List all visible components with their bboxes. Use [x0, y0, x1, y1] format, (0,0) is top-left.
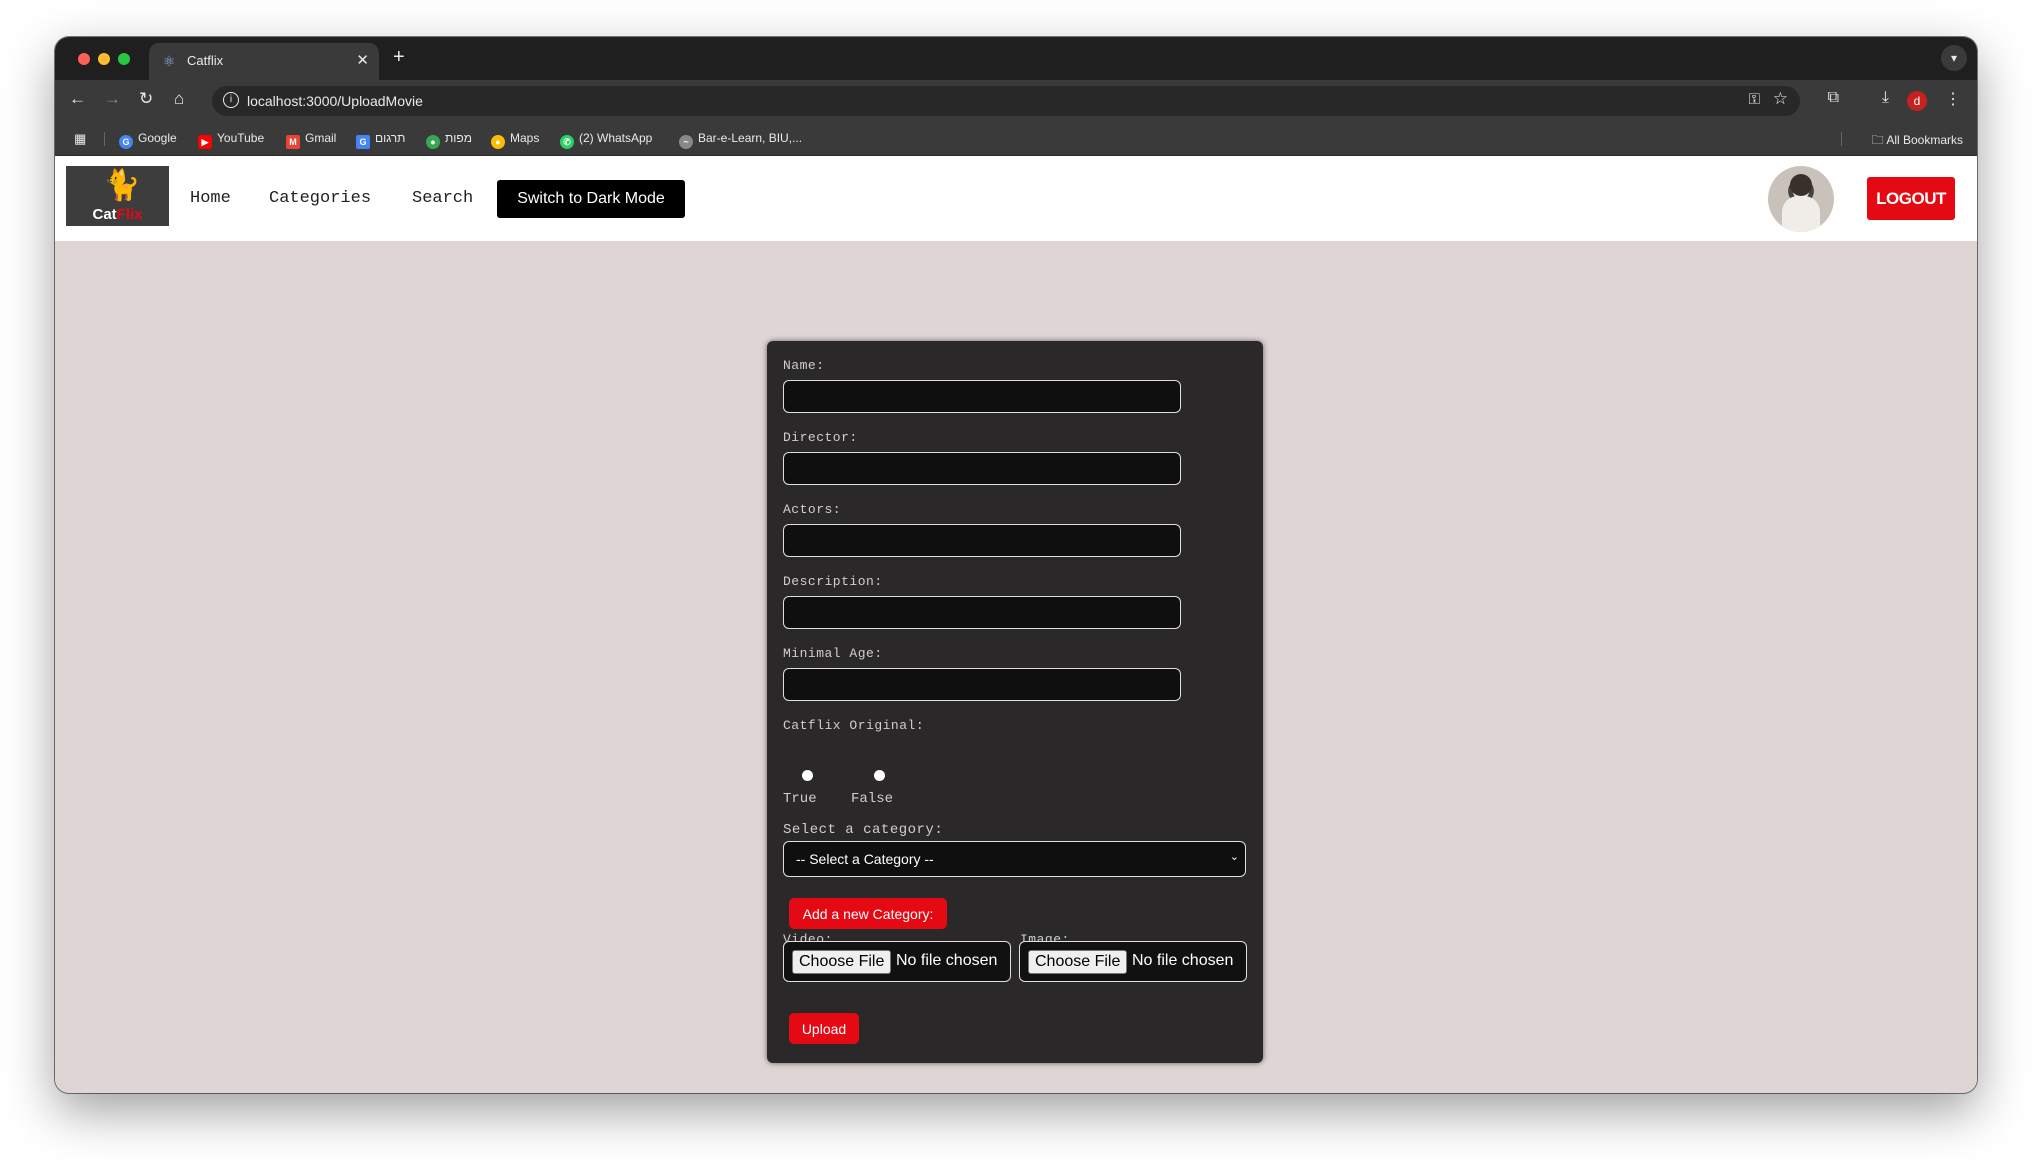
browser-tab[interactable]: ⚛ Catflix ✕ — [149, 43, 379, 80]
catflix-logo[interactable]: 🐈 CatFlix — [66, 166, 169, 226]
browser-window: ⚛ Catflix ✕ + ▾ ← → ↻ ⌂ i localhost:3000… — [55, 37, 1977, 1093]
home-icon[interactable]: ⌂ — [174, 89, 184, 109]
original-false-label: False — [851, 791, 894, 807]
react-favicon-icon: ⚛ — [162, 53, 176, 69]
director-input[interactable] — [783, 452, 1181, 485]
bookmark-elearn[interactable]: ~ Bar-e-Learn, BIU,... — [679, 131, 802, 149]
tab-title: Catflix — [187, 53, 224, 68]
actors-label: Actors: — [783, 502, 842, 517]
director-label: Director: — [783, 430, 858, 445]
google-icon: G — [119, 135, 133, 149]
nav-categories-link[interactable]: Categories — [269, 189, 371, 208]
bookmarks-bar: ▦ G Google ▶ YouTube M Gmail G תרגום ● מפות ●… — [55, 122, 1977, 156]
site-info-icon[interactable]: i — [223, 92, 239, 108]
forward-icon[interactable]: → — [104, 89, 121, 109]
video-choose-file-button[interactable]: Choose File — [792, 950, 892, 974]
dark-mode-toggle-button[interactable]: Switch to Dark Mode — [497, 180, 685, 218]
name-label: Name: — [783, 358, 825, 373]
password-key-icon[interactable]: ⚿ — [1749, 91, 1760, 108]
avatar-head — [1790, 174, 1812, 196]
catflix-original-label: Catflix Original: — [783, 718, 925, 733]
category-label: Select a category: — [783, 822, 944, 838]
image-no-file-text: No file chosen — [1132, 952, 1234, 969]
folder-icon: 🗀 — [1871, 133, 1887, 147]
reload-icon[interactable]: ↻ — [139, 89, 153, 109]
chevron-down-icon: ⌄ — [1229, 851, 1239, 863]
download-icon[interactable]: ⤓ — [1882, 89, 1889, 107]
bookmark-youtube[interactable]: ▶ YouTube — [198, 131, 264, 149]
new-tab-icon[interactable]: + — [393, 46, 405, 69]
tab-search-icon[interactable]: ▾ — [1941, 45, 1967, 71]
maximize-window-button[interactable] — [118, 53, 130, 65]
back-icon[interactable]: ← — [69, 89, 86, 109]
original-true-label: True — [783, 791, 817, 807]
minimal-age-input[interactable] — [783, 668, 1181, 701]
name-input[interactable] — [783, 380, 1181, 413]
translate-icon: G — [356, 135, 370, 149]
page-content: 🐈 CatFlix Home Categories Search Switch … — [55, 156, 1977, 1093]
bookmark-maps[interactable]: ● Maps — [491, 131, 539, 149]
category-select[interactable]: -- Select a Category -- ⌄ — [783, 841, 1246, 877]
logout-button[interactable]: LOGOUT — [1867, 177, 1955, 220]
minimal-age-label: Minimal Age: — [783, 646, 883, 661]
apps-grid-icon[interactable]: ▦ — [74, 131, 86, 147]
elearn-icon: ~ — [679, 135, 693, 149]
bookmark-star-icon[interactable]: ☆ — [1773, 89, 1788, 109]
close-window-button[interactable] — [78, 53, 90, 65]
gmail-icon: M — [286, 135, 300, 149]
bookmarks-divider — [104, 132, 105, 146]
profile-avatar[interactable]: d — [1907, 91, 1927, 111]
maps-pin-icon: ● — [426, 135, 440, 149]
upload-button[interactable]: Upload — [789, 1013, 859, 1044]
image-choose-file-button[interactable]: Choose File — [1028, 950, 1128, 974]
tab-close-icon[interactable]: ✕ — [356, 51, 369, 69]
nav-search-link[interactable]: Search — [412, 189, 473, 208]
bookmarks-divider — [1841, 132, 1842, 146]
avatar-body — [1782, 196, 1820, 232]
bookmark-maps-he[interactable]: ● מפות — [426, 131, 472, 149]
category-selected-value: -- Select a Category -- — [796, 851, 934, 867]
bookmark-google[interactable]: G Google — [119, 131, 177, 149]
address-bar[interactable]: i localhost:3000/UploadMovie ⚿ ☆ — [212, 86, 1800, 116]
description-input[interactable] — [783, 596, 1181, 629]
user-avatar[interactable] — [1768, 166, 1834, 232]
cat-logo-icon: 🐈 — [103, 169, 141, 202]
logo-text: CatFlix — [92, 206, 143, 223]
video-no-file-text: No file chosen — [896, 952, 998, 969]
upload-movie-form: Name: Director: Actors: Description: Min… — [767, 341, 1263, 1063]
tab-strip: ⚛ Catflix ✕ + ▾ — [55, 37, 1977, 80]
whatsapp-icon: ✆ — [560, 135, 574, 149]
video-file-input[interactable]: Choose File No file chosen — [783, 941, 1011, 982]
menu-dots-icon[interactable]: ⋮ — [1945, 89, 1961, 109]
image-file-input[interactable]: Choose File No file chosen — [1019, 941, 1247, 982]
minimize-window-button[interactable] — [98, 53, 110, 65]
bookmark-gmail[interactable]: M Gmail — [286, 131, 336, 149]
url-text: localhost:3000/UploadMovie — [247, 93, 423, 109]
actors-input[interactable] — [783, 524, 1181, 557]
maps-pin-icon: ● — [491, 135, 505, 149]
bookmark-translate[interactable]: G תרגום — [356, 131, 405, 149]
all-bookmarks-button[interactable]: 🗀 All Bookmarks — [1872, 131, 1963, 152]
add-category-button[interactable]: Add a new Category: — [789, 898, 947, 929]
extensions-icon[interactable]: ⧉ — [1828, 89, 1839, 107]
site-navbar: 🐈 CatFlix Home Categories Search Switch … — [55, 156, 1977, 241]
original-false-radio[interactable] — [874, 770, 885, 781]
youtube-icon: ▶ — [198, 135, 212, 149]
original-true-radio[interactable] — [802, 770, 813, 781]
nav-home-link[interactable]: Home — [190, 189, 231, 208]
browser-toolbar: ← → ↻ ⌂ i localhost:3000/UploadMovie ⚿ ☆… — [55, 80, 1977, 122]
bookmark-whatsapp[interactable]: ✆ (2) WhatsApp — [560, 131, 652, 149]
description-label: Description: — [783, 574, 883, 589]
